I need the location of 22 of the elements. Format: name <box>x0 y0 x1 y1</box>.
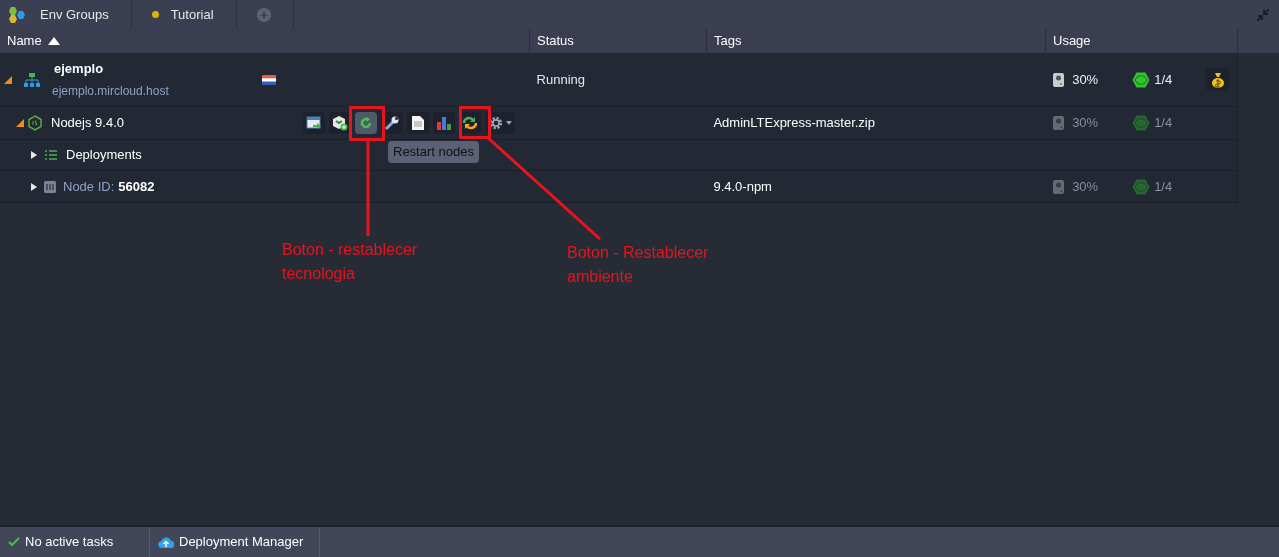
cloudlet-count: 1/4 <box>1154 114 1173 133</box>
cloudlet-count: 1/4 <box>1154 70 1173 89</box>
node-name[interactable]: Nodejs 9.4.0 <box>51 113 303 133</box>
status-item[interactable]: No active tasks <box>25 532 114 552</box>
status-text: Running <box>536 71 585 87</box>
disk-usage: 30% <box>1072 177 1100 196</box>
environment-name[interactable]: ejemplo <box>54 59 262 79</box>
annotation-text: Boton - Restablecer ambiente <box>567 243 710 287</box>
environment-row[interactable]: ejemplo ejemplo.mircloud.host Running 30% 1/4 <box>0 53 1237 107</box>
tag-text: AdminLTExpress-master.zip <box>713 115 875 131</box>
node-id-row[interactable]: Node ID: 56082 9.4.0-npm 30% 1/4 <box>0 171 1237 203</box>
tag-text: 9.4.0-npm <box>713 178 772 194</box>
disk-usage: 30% <box>1072 70 1100 89</box>
environment-domain[interactable]: ejemplo.mircloud.host <box>52 81 262 100</box>
node-id-value: 56082 <box>118 177 155 196</box>
status-item[interactable]: Deployment Manager <box>179 532 304 552</box>
disk-usage: 30% <box>1072 114 1100 133</box>
annotation-text: Boton - restablecer tecnologia <box>282 240 419 284</box>
folder-name[interactable]: Deployments <box>66 145 142 165</box>
node-id-label: Node ID: <box>63 177 115 196</box>
tooltip: Restart nodes <box>388 141 479 163</box>
cloudlet-count: 1/4 <box>1154 177 1173 196</box>
